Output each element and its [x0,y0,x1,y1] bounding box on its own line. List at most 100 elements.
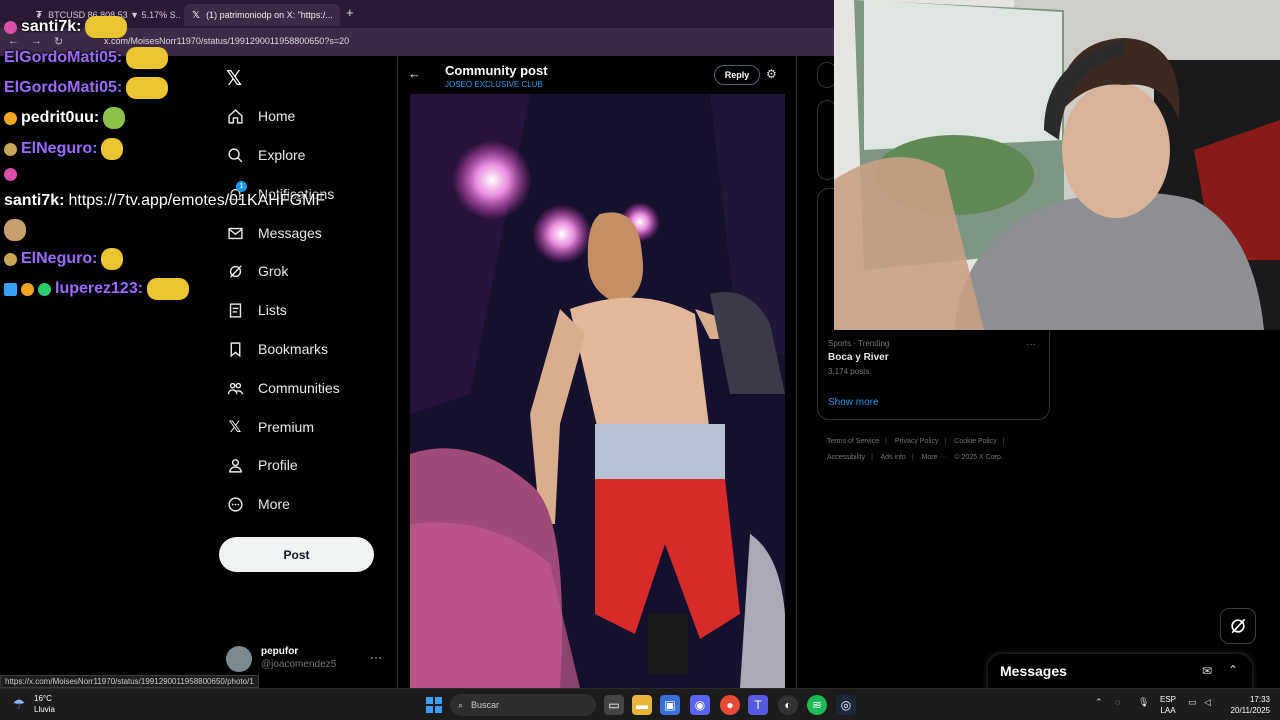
volume-icon[interactable]: ◁ [1204,697,1211,708]
teams-icon[interactable]: T [748,695,768,715]
sidebar-item-premium[interactable]: 𝕏 Premium [226,413,314,441]
chat-badge [38,282,51,296]
emote-image [4,219,26,241]
chat-username: pedrit0uu: [21,109,100,126]
more-dots-icon[interactable]: ··· [370,650,382,664]
sidebar-item-communities[interactable]: Communities [226,374,340,402]
settings-sliders-icon[interactable]: ⚙ [766,67,777,81]
post-media-image[interactable] [410,94,785,688]
chat-badge [21,282,34,296]
footer-link-terms[interactable]: Terms of Service [827,438,879,445]
sidebar-item-label: Profile [258,457,298,473]
chat-message: ElNeguro: [4,138,124,160]
emote-image [126,77,169,99]
trend-posts: 3,174 posts [828,367,870,376]
chat-message [4,168,17,181]
avatar [226,646,252,672]
trend-meta: Sports · Trending [828,339,890,348]
emote-image [101,248,124,270]
footer-links: Terms of Service | Privacy Policy | Cookie… [827,438,1005,461]
chat-badge [4,252,17,266]
language-indicator[interactable]: ESP LAA [1160,694,1176,716]
more-circle-icon [226,495,244,513]
chat-text: https://7tv.app/emotes/01KAHFGMF [68,192,326,209]
windows-taskbar: ☂ 16°C Lluvia ⌕ Buscar ▭ ▬ ▣ ◉ ● T ◐ ≋ ◎ … [0,688,1280,720]
account-switcher[interactable]: pepufor @joacomendez5 ··· [226,644,386,674]
sidebar-item-more[interactable]: More [226,490,290,518]
trend-name[interactable]: Boca y River [828,352,889,363]
messages-title: Messages [1000,663,1067,679]
chrome-icon[interactable]: ● [720,695,740,715]
chat-badge [4,142,17,156]
chat-message [4,219,26,241]
emote-image [103,107,126,129]
microphone-icon[interactable]: 🎙 [1138,697,1149,708]
file-explorer-icon[interactable]: ▬ [632,695,652,715]
chat-message: pedrit0uu: [4,107,126,129]
network-icon[interactable]: ▭ [1188,697,1197,708]
more-dots-icon[interactable]: ··· [1026,339,1036,350]
footer-link-more[interactable]: More ··· [922,454,947,461]
weather-widget[interactable]: ☂ 16°C Lluvia [10,693,55,715]
account-handle: @joacomendez5 [261,659,337,670]
community-name[interactable]: JOSEO EXCLUSIVE CLUB [445,80,543,89]
time: 17:33 [1249,695,1270,704]
chat-username: ElNeguro: [21,250,98,267]
app-icon[interactable]: ◐ [778,695,798,715]
rain-icon: ☂ [12,695,26,712]
discord-icon[interactable]: ◉ [690,695,710,715]
chat-username: santi7k: [4,192,65,209]
footer-link-cookie[interactable]: Cookie Policy [954,438,996,445]
emote-image [147,278,190,300]
footer-link-accessibility[interactable]: Accessibility [827,454,865,461]
sidebar-item-label: More [258,496,290,512]
chat-username: ElGordoMati05: [4,49,123,66]
clock[interactable]: 17:33 20/11/2025 [1218,694,1270,716]
post-button[interactable]: Post [219,537,374,572]
account-name: pepufor [261,646,299,657]
chat-message: ElGordoMati05: [4,47,169,69]
expand-icon[interactable]: ⌃ [1228,663,1238,677]
new-message-icon[interactable]: ✉ [1202,664,1212,678]
chat-username: ElGordoMati05: [4,79,123,96]
chat-message: santi7k: https://7tv.app/emotes/01KAHFGM… [4,192,325,210]
profile-icon [226,456,244,474]
copyright: © 2025 X Corp. [954,454,1003,461]
emote-image [85,16,128,38]
sidebar-item-label: Bookmarks [258,341,329,357]
steam-icon[interactable]: ◎ [836,695,856,715]
tray-chevron-icon[interactable]: ⌃ [1095,697,1103,708]
footer-link-privacy[interactable]: Privacy Policy [895,438,939,445]
task-view-icon[interactable]: ▭ [604,695,624,715]
bookmark-icon [226,340,244,358]
tray-app-icon[interactable]: ◌ [1115,697,1120,707]
footer-link-ads[interactable]: Ads info [881,454,906,461]
sidebar-item-bookmarks[interactable]: Bookmarks [226,335,328,363]
sidebar-item-label: Premium [258,419,315,435]
stream-chat-overlay: santi7k: ElGordoMati05: ElGordoMati05: p… [0,0,360,310]
date: 20/11/2025 [1230,706,1270,715]
chat-badge [4,111,17,125]
windows-start-icon[interactable] [426,697,442,713]
emote-image [126,47,169,69]
lang-bottom: LAA [1160,706,1176,715]
chat-badge [4,282,17,296]
chat-username: santi7k: [21,18,82,35]
page-title: Community post [445,63,548,78]
sidebar-item-label: Communities [258,380,340,396]
store-icon[interactable]: ▣ [660,695,680,715]
back-arrow-icon[interactable]: ← [408,66,421,81]
x-logo-icon: 𝕏 [228,419,242,436]
reply-button[interactable]: Reply [714,65,760,85]
chat-username: ElNeguro: [21,140,98,157]
concert-photo [410,94,785,688]
chat-badge [4,20,17,34]
chat-message: luperez123: [4,278,190,300]
chat-message: ElNeguro: [4,248,124,270]
spotify-icon[interactable]: ≋ [807,695,827,715]
webcam-overlay [834,0,1280,330]
show-more-link[interactable]: Show more [828,397,879,408]
sidebar-item-profile[interactable]: Profile [226,451,298,479]
grok-float-button[interactable] [1220,608,1256,644]
taskbar-search[interactable]: ⌕ Buscar [450,694,596,716]
